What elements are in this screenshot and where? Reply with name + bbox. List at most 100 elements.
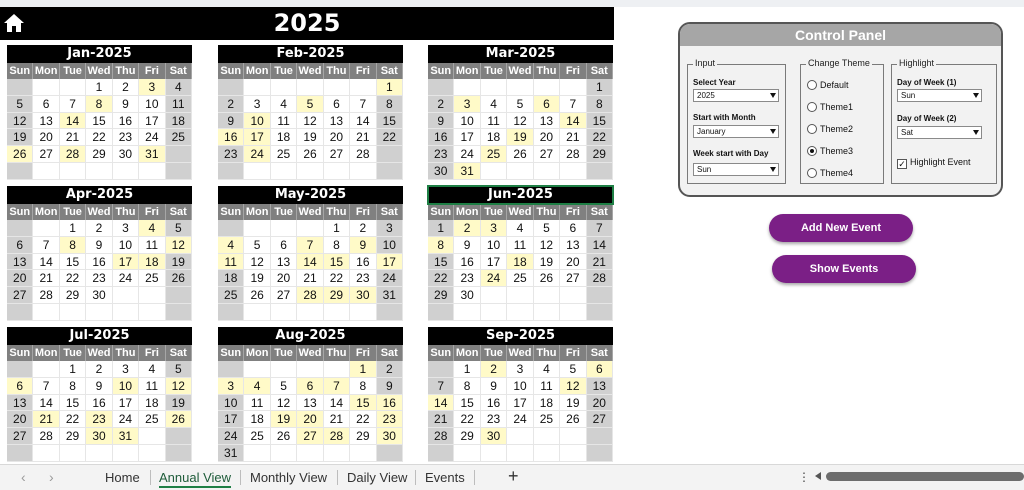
day-cell[interactable]: 21 <box>560 129 587 147</box>
day-cell[interactable]: 16 <box>376 394 403 412</box>
day-cell[interactable]: 14 <box>33 394 60 412</box>
day-cell[interactable]: 8 <box>323 236 351 254</box>
day-cell[interactable]: 15 <box>454 394 481 412</box>
day-cell[interactable]: 2 <box>376 361 403 378</box>
day-cell[interactable]: 13 <box>7 394 34 412</box>
day-cell[interactable]: 17 <box>112 253 140 271</box>
day-cell[interactable]: 3 <box>112 361 140 378</box>
day-cell[interactable]: 2 <box>218 95 245 113</box>
day-cell[interactable]: 16 <box>112 112 140 130</box>
day-cell[interactable]: 8 <box>376 95 403 113</box>
day-cell[interactable]: 15 <box>428 253 455 271</box>
more-options-icon[interactable]: ⋮ <box>798 470 810 484</box>
day-cell[interactable]: 14 <box>428 394 455 412</box>
day-cell[interactable]: 7 <box>297 236 324 254</box>
day-cell[interactable]: 6 <box>7 377 34 395</box>
day-cell[interactable]: 25 <box>270 146 298 163</box>
day-cell[interactable]: 15 <box>376 112 403 130</box>
day-cell[interactable]: 25 <box>139 411 166 429</box>
day-cell[interactable]: 10 <box>454 112 481 130</box>
day-cell[interactable]: 23 <box>350 270 377 288</box>
day-cell[interactable]: 24 <box>376 270 403 288</box>
day-cell[interactable]: 18 <box>165 112 192 130</box>
day-cell[interactable]: 8 <box>428 236 455 254</box>
day-cell[interactable]: 21 <box>323 411 351 429</box>
day-cell[interactable]: 11 <box>507 236 534 254</box>
month-header[interactable]: Sep-2025 <box>428 327 613 345</box>
day-cell[interactable]: 10 <box>139 95 166 113</box>
day-cell[interactable]: 7 <box>33 236 60 254</box>
day-cell[interactable]: 27 <box>7 287 34 304</box>
day-cell[interactable]: 21 <box>59 129 87 147</box>
day-cell[interactable]: 30 <box>376 428 403 445</box>
day-cell[interactable]: 16 <box>350 253 377 271</box>
day-cell[interactable]: 20 <box>323 129 351 147</box>
day-cell[interactable]: 30 <box>428 162 455 180</box>
day-cell[interactable]: 31 <box>112 428 140 445</box>
day-cell[interactable]: 28 <box>33 428 60 445</box>
theme-option-theme4[interactable]: Theme4 <box>807 168 853 178</box>
day-cell[interactable]: 20 <box>7 270 34 288</box>
day-cell[interactable]: 3 <box>244 95 271 113</box>
day-cell[interactable]: 16 <box>454 253 481 271</box>
dow1-dropdown[interactable]: Sun <box>897 89 982 102</box>
day-cell[interactable]: 7 <box>59 95 87 113</box>
day-cell[interactable]: 30 <box>480 428 508 445</box>
day-cell[interactable]: 17 <box>376 253 403 271</box>
day-cell[interactable]: 30 <box>454 287 481 304</box>
day-cell[interactable]: 18 <box>139 253 166 271</box>
day-cell[interactable]: 31 <box>218 444 245 462</box>
day-cell[interactable]: 25 <box>218 287 245 304</box>
day-cell[interactable]: 28 <box>428 428 455 445</box>
day-cell[interactable]: 14 <box>350 112 377 130</box>
day-cell[interactable]: 22 <box>586 129 613 147</box>
day-cell[interactable]: 17 <box>139 112 166 130</box>
day-cell[interactable]: 25 <box>244 428 271 445</box>
day-cell[interactable]: 5 <box>7 95 34 113</box>
day-cell[interactable]: 2 <box>480 361 508 378</box>
day-cell[interactable]: 20 <box>7 411 34 429</box>
day-cell[interactable]: 16 <box>428 129 455 147</box>
day-cell[interactable]: 23 <box>86 411 113 429</box>
day-cell[interactable]: 12 <box>270 394 298 412</box>
month-header[interactable]: Jun-2025 <box>427 185 614 205</box>
day-cell[interactable]: 15 <box>323 253 351 271</box>
day-cell[interactable]: 3 <box>112 220 140 237</box>
day-cell[interactable]: 11 <box>139 236 166 254</box>
day-cell[interactable]: 27 <box>270 287 298 304</box>
day-cell[interactable]: 18 <box>507 253 534 271</box>
show-events-button[interactable]: Show Events <box>772 255 916 283</box>
day-cell[interactable]: 21 <box>350 129 377 147</box>
day-cell[interactable]: 10 <box>480 236 508 254</box>
day-cell[interactable]: 23 <box>218 146 245 163</box>
day-cell[interactable]: 29 <box>428 287 455 304</box>
day-cell[interactable]: 18 <box>244 411 271 429</box>
day-cell[interactable]: 4 <box>139 361 166 378</box>
day-cell[interactable]: 12 <box>165 377 192 395</box>
day-cell[interactable]: 14 <box>323 394 351 412</box>
day-cell[interactable]: 6 <box>560 220 587 237</box>
day-cell[interactable]: 24 <box>507 411 534 429</box>
day-cell[interactable]: 3 <box>376 220 403 237</box>
day-cell[interactable]: 28 <box>586 270 613 288</box>
day-cell[interactable]: 9 <box>480 377 508 395</box>
day-cell[interactable]: 25 <box>480 146 508 163</box>
day-cell[interactable]: 6 <box>33 95 60 113</box>
day-cell[interactable]: 31 <box>139 146 166 163</box>
day-cell[interactable]: 11 <box>165 95 192 113</box>
day-cell[interactable]: 1 <box>586 79 613 96</box>
day-cell[interactable]: 10 <box>112 377 140 395</box>
day-cell[interactable]: 4 <box>165 79 192 96</box>
day-cell[interactable]: 10 <box>112 236 140 254</box>
day-cell[interactable]: 1 <box>86 79 113 96</box>
day-cell[interactable]: 20 <box>586 394 613 412</box>
day-cell[interactable]: 27 <box>323 146 351 163</box>
day-cell[interactable]: 5 <box>297 95 324 113</box>
day-cell[interactable]: 16 <box>480 394 508 412</box>
day-cell[interactable]: 13 <box>33 112 60 130</box>
day-cell[interactable]: 9 <box>376 377 403 395</box>
day-cell[interactable]: 19 <box>560 394 587 412</box>
day-cell[interactable]: 24 <box>139 129 166 147</box>
day-cell[interactable]: 10 <box>376 236 403 254</box>
add-new-event-button[interactable]: Add New Event <box>769 214 913 242</box>
